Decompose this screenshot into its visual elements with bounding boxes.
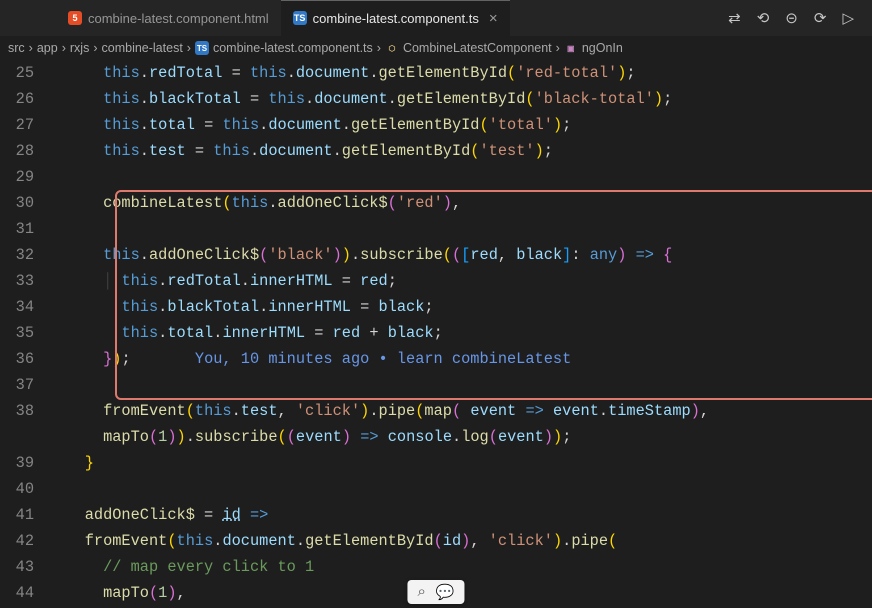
chat-icon[interactable]: 💬 <box>436 583 455 601</box>
chevron-right-icon: › <box>62 41 66 55</box>
ts-file-icon: TS <box>195 41 209 55</box>
diff-toggle-icon[interactable]: ⊝ <box>785 9 798 27</box>
chevron-right-icon: › <box>29 41 33 55</box>
code-editor[interactable]: 2526272829303132333435363738 39404142434… <box>0 60 872 608</box>
tab-ts-file[interactable]: TS combine-latest.component.ts × <box>281 0 510 36</box>
chevron-right-icon: › <box>93 41 97 55</box>
crumb-rxjs[interactable]: rxjs <box>70 41 89 55</box>
chevron-right-icon: › <box>187 41 191 55</box>
tab-label: combine-latest.component.html <box>88 11 269 26</box>
crumb-class[interactable]: CombineLatestComponent <box>403 41 552 55</box>
crumb-file[interactable]: combine-latest.component.ts <box>213 41 373 55</box>
tab-label: combine-latest.component.ts <box>313 11 479 26</box>
tab-bar: 5 combine-latest.component.html TS combi… <box>0 0 872 36</box>
tab-html-file[interactable]: 5 combine-latest.component.html <box>56 0 281 36</box>
chevron-right-icon: › <box>377 41 381 55</box>
crumb-method[interactable]: ngOnIn <box>582 41 623 55</box>
close-icon[interactable]: × <box>485 10 498 27</box>
code-content[interactable]: this.redTotal = this.document.getElement… <box>48 60 872 608</box>
chevron-right-icon: › <box>556 41 560 55</box>
scm-icon[interactable]: ⇄ <box>728 9 741 27</box>
diff-next-icon[interactable]: ⟳ <box>814 9 827 27</box>
tabbar-leading-spacer <box>0 0 56 36</box>
crumb-src[interactable]: src <box>8 41 25 55</box>
crumb-app[interactable]: app <box>37 41 58 55</box>
class-icon: ⬡ <box>385 41 399 55</box>
crumb-folder[interactable]: combine-latest <box>102 41 183 55</box>
method-icon: ▣ <box>564 41 578 55</box>
floating-quick-bar: ⌕ 💬 <box>407 580 464 604</box>
diff-prev-icon[interactable]: ⟲ <box>757 9 770 27</box>
html-icon: 5 <box>68 11 82 25</box>
run-icon[interactable]: ▷ <box>842 9 854 27</box>
ts-icon: TS <box>293 11 307 25</box>
breadcrumb[interactable]: src › app › rxjs › combine-latest › TS c… <box>0 36 872 60</box>
line-number-gutter: 2526272829303132333435363738 39404142434… <box>0 60 48 608</box>
search-icon[interactable]: ⌕ <box>417 583 425 601</box>
editor-actions: ⇄ ⟲ ⊝ ⟳ ▷ <box>710 9 872 27</box>
